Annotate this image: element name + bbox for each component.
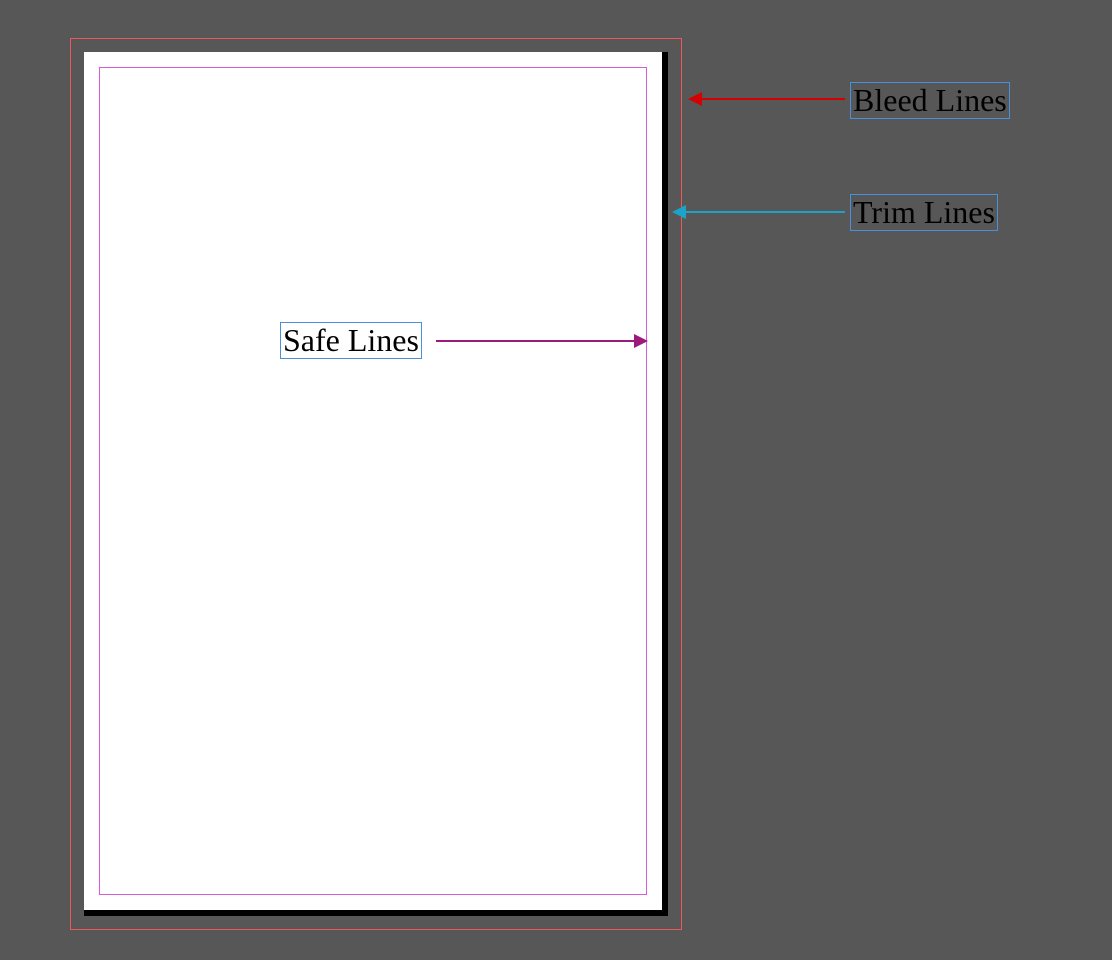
bleed-lines-label: Bleed Lines [850,82,1010,119]
diagram-canvas: Safe Lines Bleed Lines Trim Lines [0,0,1112,960]
trim-arrow [672,205,845,219]
bleed-arrow [688,92,845,106]
safe-lines-box [99,67,647,895]
safe-lines-label: Safe Lines [280,322,422,359]
trim-lines-label: Trim Lines [850,194,998,231]
